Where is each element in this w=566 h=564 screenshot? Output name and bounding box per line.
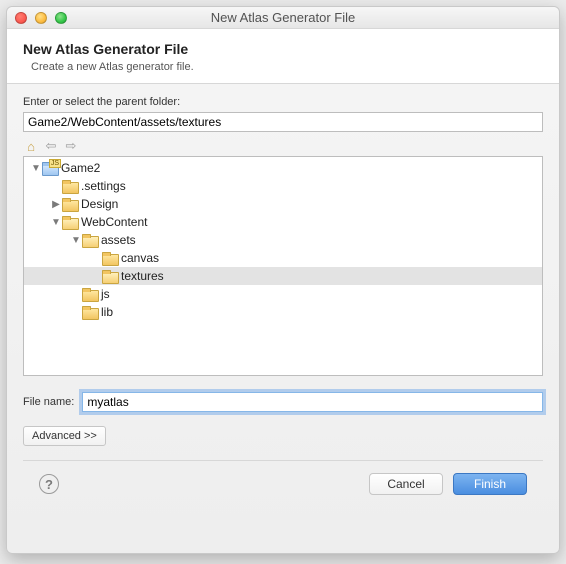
tree-label: WebContent <box>81 215 148 229</box>
titlebar[interactable]: New Atlas Generator File <box>7 7 559 29</box>
tree-row-selected[interactable]: textures <box>24 267 542 285</box>
tree-row[interactable]: ▼ WebContent <box>24 213 542 231</box>
disclosure-icon[interactable]: ▼ <box>50 217 62 228</box>
tree-label: js <box>101 287 110 301</box>
wizard-description: Create a new Atlas generator file. <box>31 61 543 73</box>
tree-row[interactable]: lib <box>24 303 542 321</box>
disclosure-icon[interactable]: ▼ <box>70 235 82 246</box>
folder-icon <box>62 197 78 211</box>
parent-folder-input[interactable] <box>23 112 543 132</box>
tree-row[interactable]: js <box>24 285 542 303</box>
tree-row[interactable]: ▶ Design <box>24 195 542 213</box>
advanced-button[interactable]: Advanced >> <box>23 426 106 446</box>
help-icon[interactable]: ? <box>39 474 59 494</box>
folder-icon <box>62 179 78 193</box>
dialog-window: New Atlas Generator File New Atlas Gener… <box>6 6 560 554</box>
dialog-footer: ? Cancel Finish <box>23 460 543 509</box>
tree-label: Design <box>81 197 118 211</box>
tree-label: canvas <box>121 251 159 265</box>
forward-icon[interactable]: ⇨ <box>63 138 79 154</box>
disclosure-icon[interactable]: ▶ <box>50 199 62 210</box>
home-icon[interactable]: ⌂ <box>23 138 39 154</box>
tree-label: assets <box>101 233 136 247</box>
cancel-button[interactable]: Cancel <box>369 473 443 495</box>
folder-open-icon <box>102 269 118 283</box>
filename-input[interactable] <box>82 392 543 412</box>
disclosure-icon[interactable]: ▼ <box>30 163 42 174</box>
project-folder-icon: JS <box>42 161 58 175</box>
tree-nav-toolbar: ⌂ ⇦ ⇨ <box>23 138 543 154</box>
tree-label: textures <box>121 269 164 283</box>
folder-open-icon <box>82 233 98 247</box>
filename-label: File name: <box>23 396 74 408</box>
tree-row-project[interactable]: ▼ JS Game2 <box>24 159 542 177</box>
tree-row[interactable]: canvas <box>24 249 542 267</box>
tree-label: .settings <box>81 179 126 193</box>
tree-row[interactable]: .settings <box>24 177 542 195</box>
finish-button[interactable]: Finish <box>453 473 527 495</box>
wizard-heading: New Atlas Generator File <box>23 41 543 57</box>
folder-open-icon <box>62 215 78 229</box>
folder-icon <box>102 251 118 265</box>
tree-row[interactable]: ▼ assets <box>24 231 542 249</box>
folder-tree[interactable]: ▼ JS Game2 .settings ▶ Design ▼ WebConte… <box>23 156 543 376</box>
back-icon[interactable]: ⇦ <box>43 138 59 154</box>
folder-icon <box>82 287 98 301</box>
tree-label: lib <box>101 305 113 319</box>
parent-folder-label: Enter or select the parent folder: <box>23 96 543 108</box>
folder-icon <box>82 305 98 319</box>
wizard-header: New Atlas Generator File Create a new At… <box>7 29 559 84</box>
window-title: New Atlas Generator File <box>7 10 559 25</box>
tree-label: Game2 <box>61 161 100 175</box>
